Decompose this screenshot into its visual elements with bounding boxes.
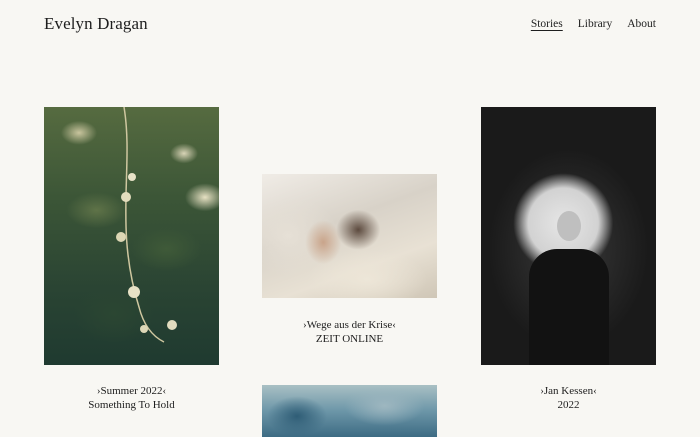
story-title: ›Wege aus der Krise‹ [303, 319, 396, 331]
portrait-body [529, 249, 609, 365]
nav-stories[interactable]: Stories [531, 18, 563, 30]
story-card-trees[interactable] [262, 385, 437, 437]
story-subtitle: Something To Hold [88, 399, 175, 411]
story-image-portrait [262, 174, 437, 298]
site-title[interactable]: Evelyn Dragan [44, 14, 148, 34]
story-image-bw-portrait [481, 107, 656, 365]
story-caption: ›Wege aus der Krise‹ ZEIT ONLINE [262, 318, 437, 346]
story-card-jan-kessen[interactable]: ›Jan Kessen‹ 2022 [481, 107, 656, 417]
nav-library[interactable]: Library [578, 18, 612, 30]
story-card-wege-aus-der-krise[interactable]: ›Wege aus der Krise‹ ZEIT ONLINE [262, 174, 437, 349]
portrait-head [557, 211, 581, 241]
main-nav: Stories Library About [531, 18, 656, 30]
nav-about[interactable]: About [627, 18, 656, 30]
story-image-trees [262, 385, 437, 437]
story-subtitle: ZEIT ONLINE [315, 333, 384, 345]
story-title: ›Jan Kessen‹ [540, 385, 597, 397]
story-title: ›Summer 2022‹ [96, 385, 167, 397]
story-subtitle: 2022 [557, 399, 580, 411]
vine-illustration [116, 107, 177, 343]
story-image-plant [44, 107, 219, 365]
story-card-summer-2022[interactable]: ›Summer 2022‹ Something To Hold [44, 107, 219, 417]
story-caption: ›Summer 2022‹ Something To Hold [44, 384, 219, 412]
story-caption: ›Jan Kessen‹ 2022 [481, 384, 656, 412]
